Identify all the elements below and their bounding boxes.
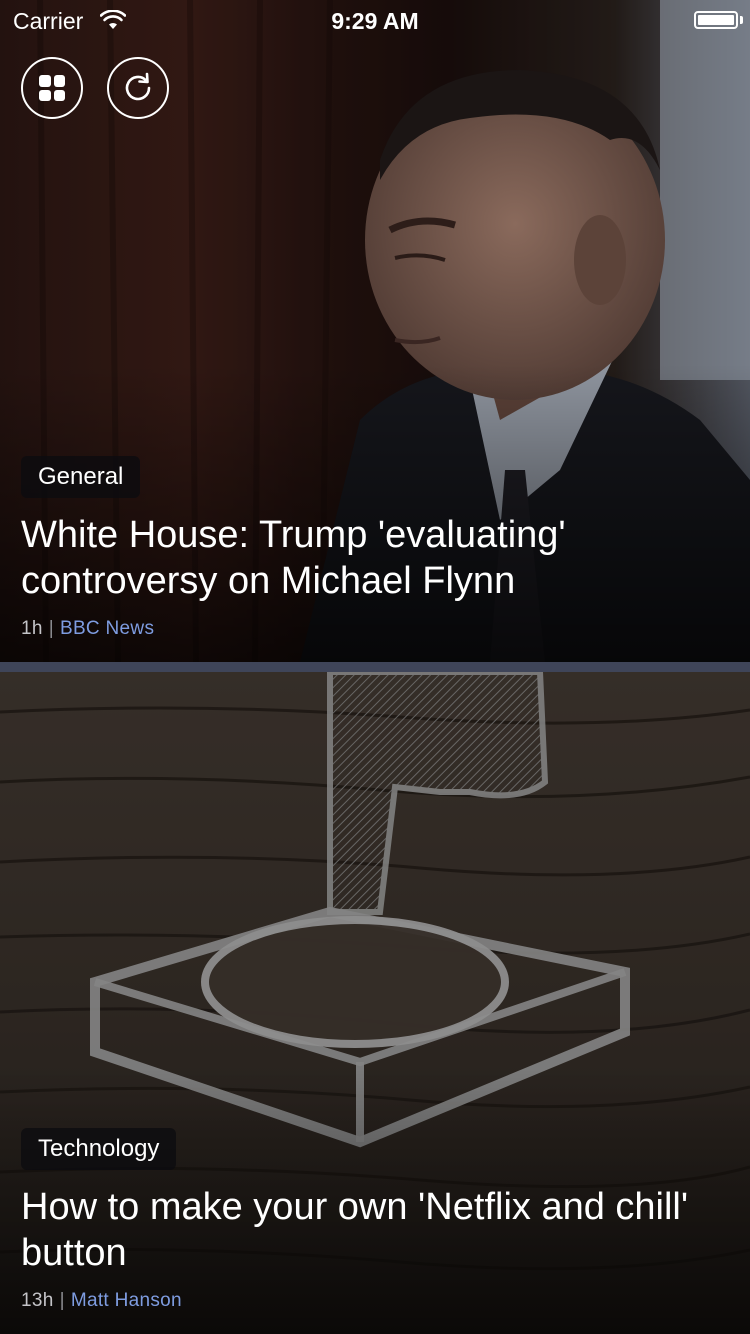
card-divider xyxy=(0,662,750,672)
battery-tip xyxy=(740,16,743,24)
grid-view-button[interactable] xyxy=(21,57,83,119)
article-age: 13h xyxy=(21,1290,54,1311)
article-meta: 13h | Matt Hanson xyxy=(21,1290,182,1312)
article-meta: 1h | BBC News xyxy=(21,618,154,640)
category-tag[interactable]: Technology xyxy=(21,1128,177,1170)
article-source-link[interactable]: BBC News xyxy=(60,618,154,639)
category-tag[interactable]: General xyxy=(21,456,141,498)
status-time: 9:29 AM xyxy=(331,8,419,34)
article-age: 1h xyxy=(21,618,43,639)
article-headline[interactable]: How to make your own 'Netflix and chill'… xyxy=(21,1184,721,1276)
refresh-icon xyxy=(125,72,151,101)
meta-separator: | xyxy=(59,1290,65,1311)
refresh-button[interactable] xyxy=(107,57,169,119)
article-source-link[interactable]: Matt Hanson xyxy=(71,1290,182,1311)
meta-separator: | xyxy=(48,618,54,639)
article-headline[interactable]: White House: Trump 'evaluating' controve… xyxy=(21,512,721,604)
status-bar: Carrier 9:29 AM xyxy=(0,0,750,40)
grid-icon xyxy=(39,75,65,101)
battery-icon xyxy=(694,11,738,29)
article-card[interactable]: Technology How to make your own 'Netflix… xyxy=(0,672,750,1334)
